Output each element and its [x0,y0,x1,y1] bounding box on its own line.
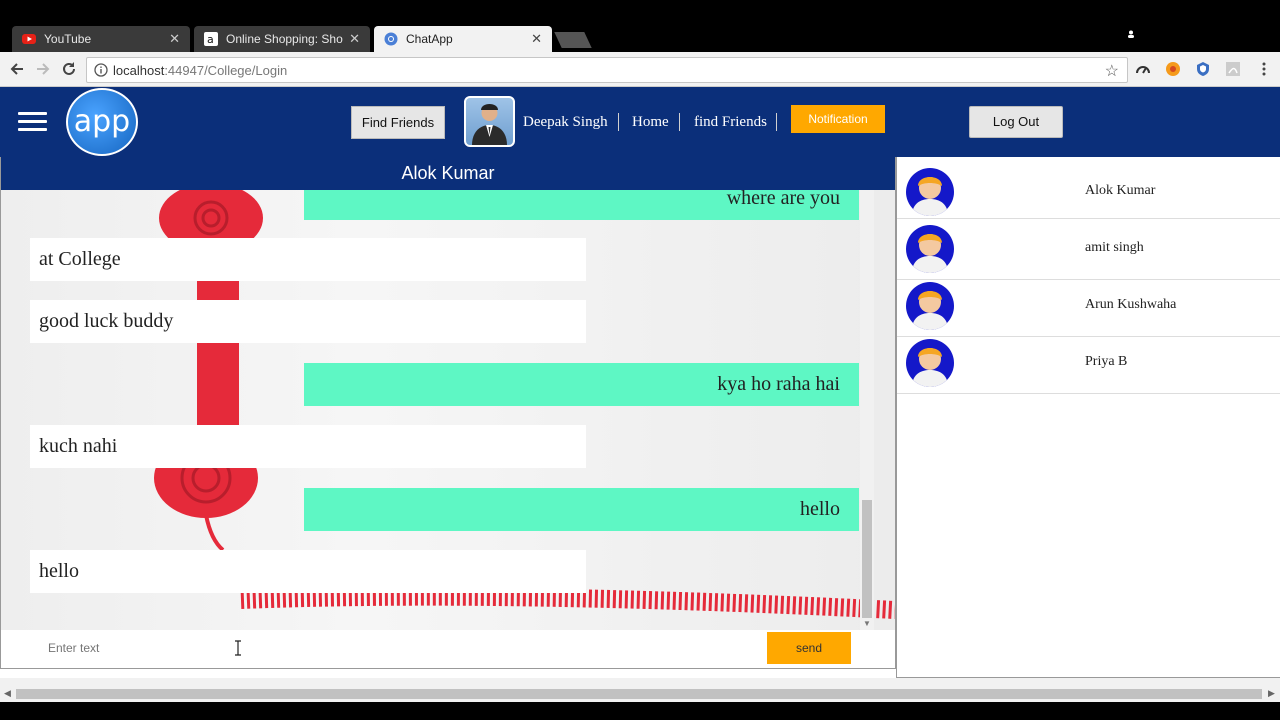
friend-avatar [906,282,954,330]
address-bar[interactable]: localhost:44947/College/Login ☆ [86,57,1128,83]
friends-list: Alok Kumar amit singh Arun Kushwaha Priy… [896,157,1280,678]
message-compose-bar: send [1,630,895,668]
speedometer-icon[interactable] [1135,61,1151,77]
tab-chatapp[interactable]: ChatApp ✕ [374,26,552,52]
pdf-extension-icon[interactable] [1225,61,1241,77]
close-icon[interactable]: ✕ [531,31,542,47]
url-path: :44947/College/Login [164,62,288,78]
bookmark-star-icon[interactable]: ☆ [1105,61,1119,81]
forward-arrow-icon[interactable] [34,60,52,78]
tab-online-shopping[interactable]: a Online Shopping: Shop C ✕ [194,26,370,52]
find-friends-link[interactable]: find Friends [694,114,767,131]
friend-item[interactable]: Priya B [897,337,1280,394]
info-icon[interactable] [94,63,108,77]
amazon-icon: a [204,32,218,46]
app-logo[interactable]: app [66,88,138,156]
friend-item[interactable]: Arun Kushwaha [897,280,1280,337]
menu-dots-icon[interactable] [1256,61,1272,77]
friend-item[interactable]: Alok Kumar [897,162,1280,219]
tab-title: Online Shopping: Shop C [226,32,343,46]
svg-text:a: a [207,33,214,46]
user-name-link[interactable]: Deepak Singh [523,114,608,131]
page-bottom-strip [0,669,896,678]
message-sent: kya ho raha hai [304,363,859,406]
youtube-icon [22,34,36,44]
browser-toolbar: localhost:44947/College/Login ☆ [0,52,1280,87]
friend-avatar [906,225,954,273]
reload-icon[interactable] [60,60,78,78]
message-input[interactable] [30,632,767,664]
message-sent: hello [304,488,859,531]
nav-separator [776,113,777,131]
scroll-left-arrow-icon[interactable]: ◀ [4,688,11,699]
person-avatar-icon [912,348,948,387]
friend-avatar [906,168,954,216]
tab-title: YouTube [44,32,92,46]
friend-name: amit singh [1085,240,1144,255]
logout-button[interactable]: Log Out [969,106,1063,138]
person-avatar-icon [912,291,948,330]
message-received: good luck buddy [30,300,586,343]
shield-icon[interactable] [1195,61,1211,77]
close-icon[interactable]: ✕ [349,31,360,47]
url-host: localhost [113,62,165,78]
person-avatar-icon [912,177,948,216]
message-received: at College [30,238,586,281]
page-horizontal-scrollbar[interactable]: ◀ ▶ [0,686,1280,702]
close-icon[interactable]: ✕ [169,31,180,47]
notification-button[interactable]: Notification [791,105,885,133]
page-gap [0,678,1280,686]
hamburger-menu-icon[interactable] [18,112,47,132]
chat-scrollbar-thumb[interactable] [862,500,872,618]
text-cursor-icon [235,640,241,656]
message-received: hello [30,550,586,593]
friend-name: Priya B [1085,354,1128,369]
nav-separator [679,113,680,131]
friend-name: Alok Kumar [1085,183,1156,198]
app-header: app Find Friends Deepak Singh Home find … [0,87,1280,157]
profile-icon[interactable] [1126,30,1136,38]
new-tab-button[interactable] [554,32,592,48]
chrome-icon [384,32,398,46]
scroll-down-arrow-icon[interactable]: ▼ [863,619,871,628]
screen-bottom-edge [0,702,1280,720]
page-horizontal-scrollbar-thumb[interactable] [16,689,1262,699]
chat-scrollbar[interactable]: ▼ [860,190,874,630]
friend-name: Arun Kushwaha [1085,297,1177,312]
message-sent: where are you [304,190,859,220]
home-link[interactable]: Home [632,114,669,131]
scroll-right-arrow-icon[interactable]: ▶ [1268,688,1275,699]
chat-messages-area[interactable]: where are you at College good luck buddy… [1,190,895,630]
friend-item[interactable]: amit singh [897,223,1280,280]
friend-avatar [906,339,954,387]
tab-title: ChatApp [406,32,453,46]
tab-youtube[interactable]: YouTube ✕ [12,26,190,52]
person-avatar-icon [912,234,948,273]
send-button[interactable]: send [767,632,851,664]
chat-title: Alok Kumar [1,157,895,190]
find-friends-button[interactable]: Find Friends [351,106,445,139]
user-avatar[interactable] [464,96,515,147]
chat-panel: Alok Kumar where are you at College good… [0,157,896,669]
nav-separator [618,113,619,131]
logo-text: app [73,104,131,139]
extension-orange-icon[interactable] [1165,61,1181,77]
back-arrow-icon[interactable] [8,60,26,78]
message-received: kuch nahi [30,425,586,468]
browser-tab-strip: YouTube ✕ a Online Shopping: Shop C ✕ Ch… [0,0,1280,52]
user-avatar-icon [472,104,507,145]
